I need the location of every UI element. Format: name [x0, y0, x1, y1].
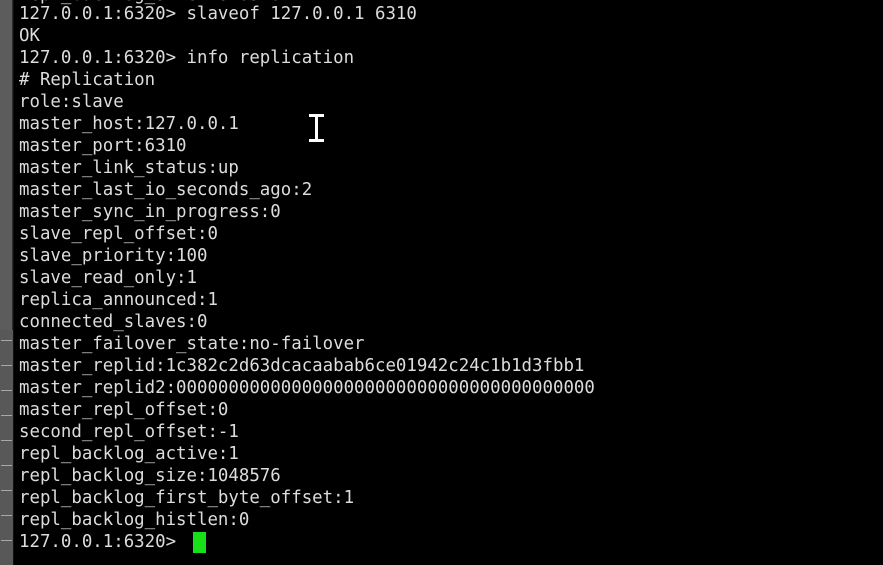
- terminal-line: replica_announced:1: [19, 290, 218, 310]
- scrollbar-track-tick: [1, 365, 12, 366]
- terminal-window[interactable]: repl_backlog_size:1048576 127.0.0.1:6320…: [0, 0, 883, 565]
- terminal-line: role:slave: [19, 92, 124, 112]
- terminal-line: master_replid2:0000000000000000000000000…: [19, 378, 595, 398]
- terminal-line: second_repl_offset:-1: [19, 422, 239, 442]
- scrollbar-track-tick: [1, 540, 12, 541]
- vertical-scrollbar[interactable]: [0, 0, 14, 565]
- terminal-line: repl_backlog_size:1048576: [19, 466, 281, 486]
- terminal-line: 127.0.0.1:6320> slaveof 127.0.0.1 6310: [19, 4, 417, 24]
- terminal-line: master_last_io_seconds_ago:2: [19, 180, 313, 200]
- terminal-line: 127.0.0.1:6320>: [19, 532, 187, 552]
- terminal-line: slave_repl_offset:0: [19, 224, 218, 244]
- scrollbar-track-tick: [1, 340, 12, 341]
- scrollbar-track[interactable]: [0, 330, 13, 565]
- terminal-line: slave_priority:100: [19, 246, 208, 266]
- terminal-line: 127.0.0.1:6320> info replication: [19, 48, 355, 68]
- scrollbar-track-tick: [1, 515, 12, 516]
- scrollbar-track-tick: [1, 440, 12, 441]
- block-cursor: [193, 532, 206, 553]
- terminal-line: # Replication: [19, 70, 156, 90]
- text-ibeam-cursor: [309, 114, 324, 142]
- scrollbar-track-tick: [1, 390, 12, 391]
- scrollbar-thumb[interactable]: [0, 0, 13, 330]
- terminal-line: repl_backlog_histlen:0: [19, 510, 250, 530]
- terminal-line: OK: [19, 26, 40, 46]
- terminal-screen[interactable]: repl_backlog_size:1048576 127.0.0.1:6320…: [14, 0, 883, 565]
- scrollbar-track-tick: [1, 415, 12, 416]
- terminal-line: slave_read_only:1: [19, 268, 197, 288]
- terminal-line: master_failover_state:no-failover: [19, 334, 365, 354]
- terminal-line: repl_backlog_active:1: [19, 444, 239, 464]
- terminal-line: master_replid:1c382c2d63dcacaabab6ce0194…: [19, 356, 585, 376]
- terminal-line: master_host:127.0.0.1: [19, 114, 239, 134]
- terminal-line: repl_backlog_first_byte_offset:1: [19, 488, 355, 508]
- terminal-line: master_sync_in_progress:0: [19, 202, 281, 222]
- scrollbar-track-tick: [1, 490, 12, 491]
- terminal-line: master_link_status:up: [19, 158, 239, 178]
- scrollbar-track-tick: [1, 465, 12, 466]
- terminal-line: connected_slaves:0: [19, 312, 208, 332]
- terminal-line: master_port:6310: [19, 136, 187, 156]
- terminal-line: master_repl_offset:0: [19, 400, 229, 420]
